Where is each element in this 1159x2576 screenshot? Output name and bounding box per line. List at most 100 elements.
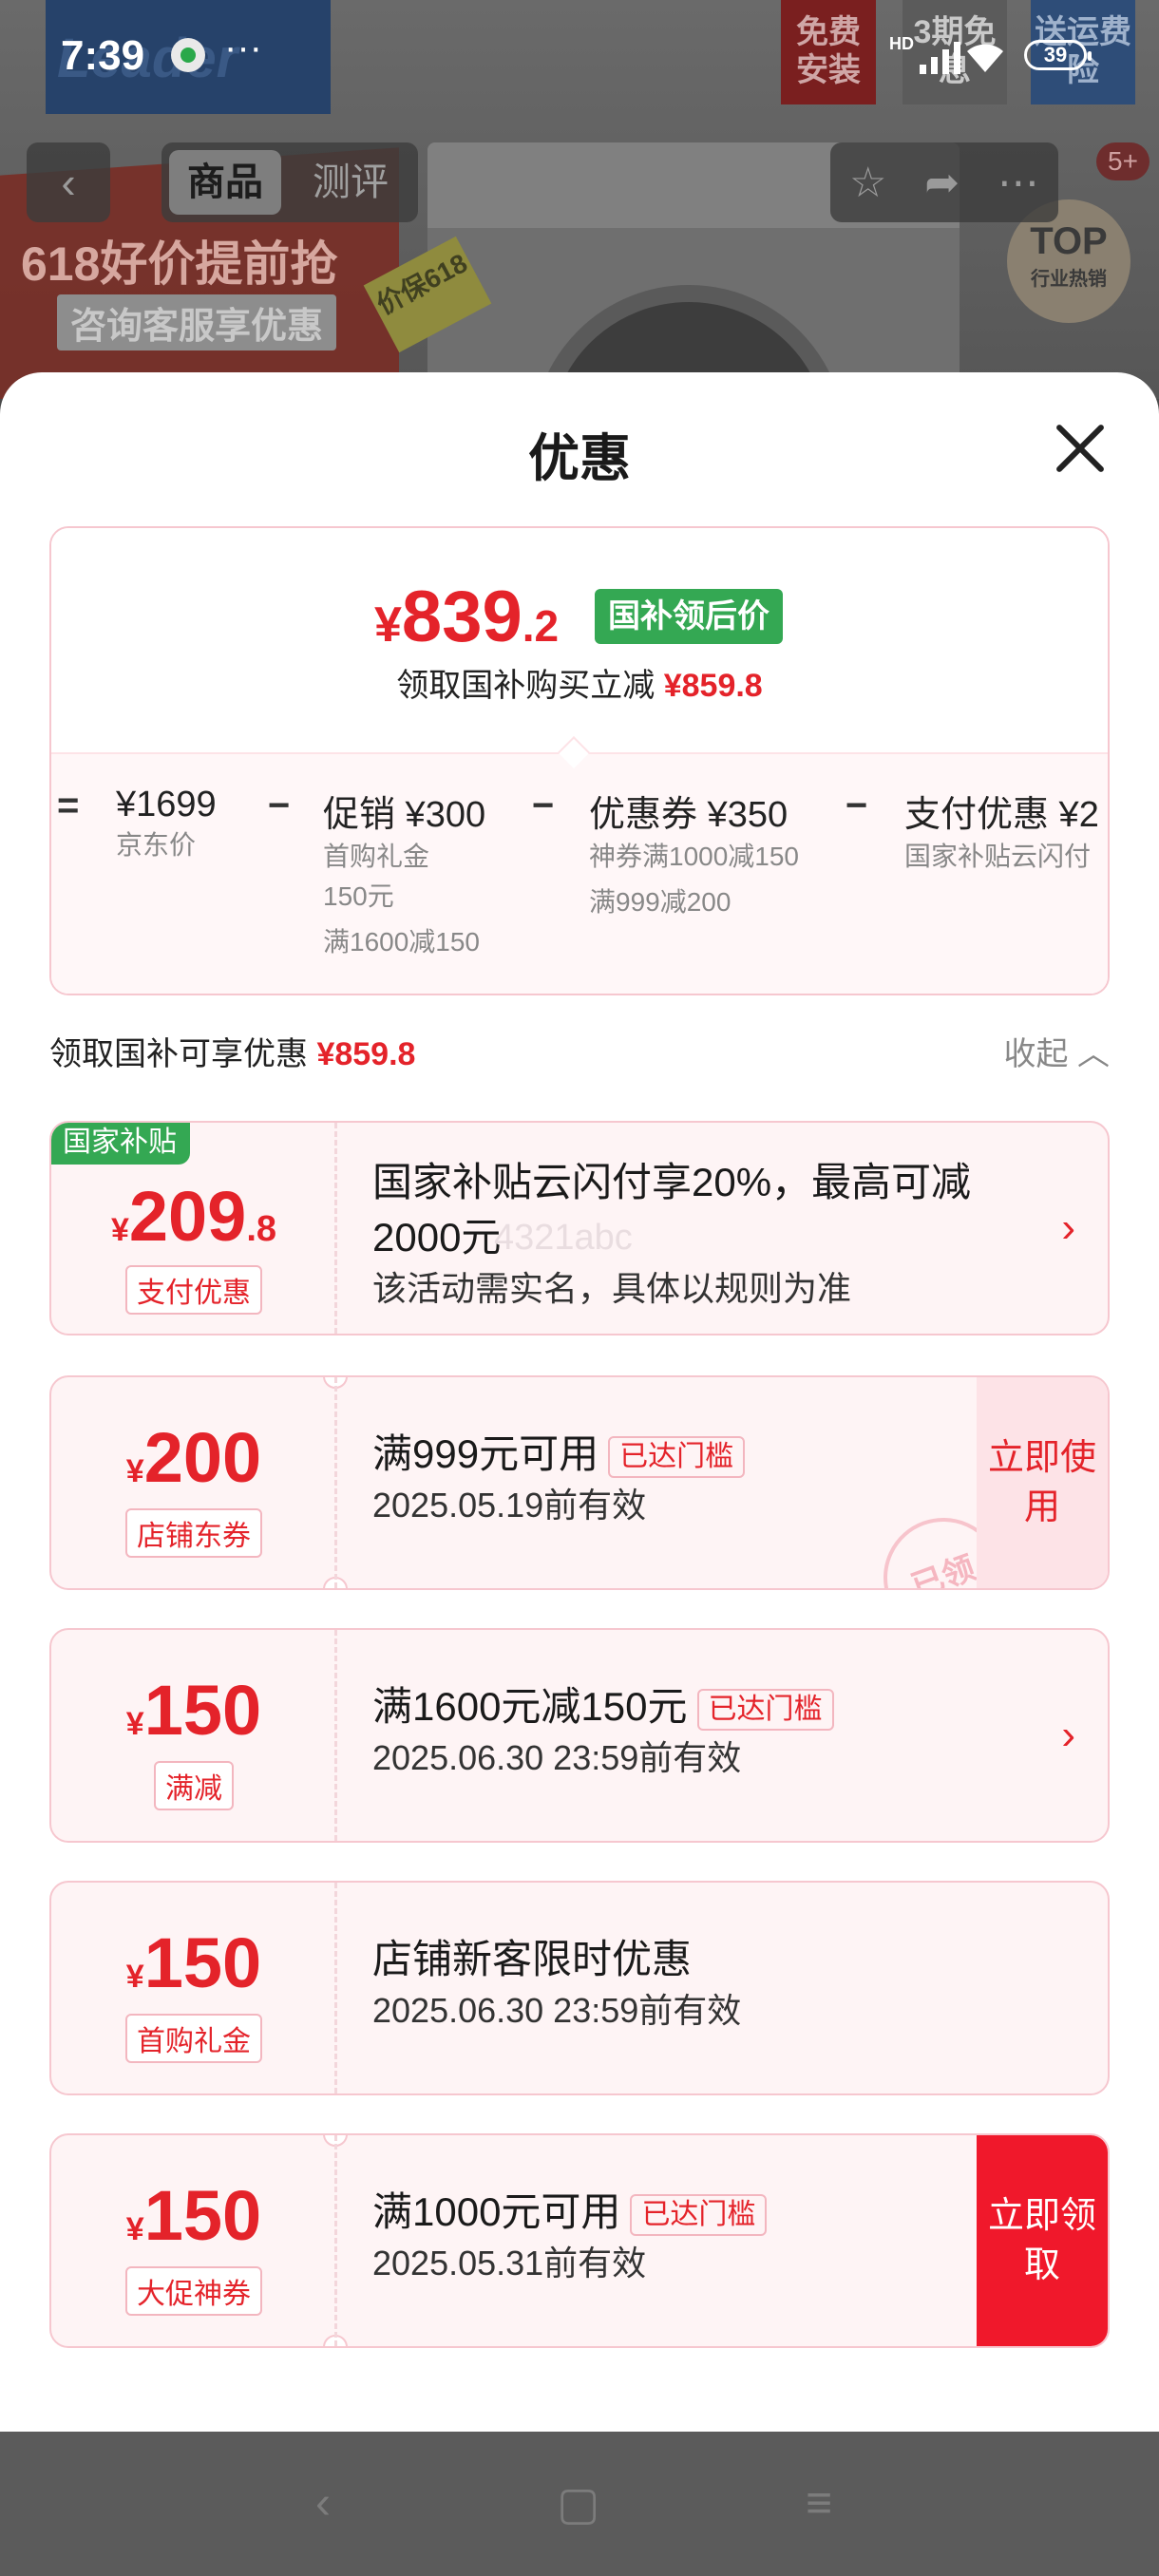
minus-sign: − — [846, 785, 868, 826]
status-bar: 7:39 ··· HD 39 — [0, 0, 1159, 114]
chevron-up-icon: ︿ — [1077, 1036, 1110, 1072]
coupon-divider — [334, 1123, 337, 1334]
breakdown-item: 支付优惠 ¥2 国家补贴云闪付 — [904, 785, 1099, 877]
nav-tabs: 商品 测评 — [162, 142, 418, 222]
watermark: 4321abc — [494, 1218, 633, 1258]
gov-line-amount: ¥859.8 — [663, 668, 763, 704]
coupon-amount-block: ¥150 大促神券 — [51, 2135, 336, 2346]
breakdown-sub: 京东价 — [116, 830, 197, 860]
use-now-button[interactable]: 立即使用 — [977, 1377, 1108, 1588]
tab-review[interactable]: 测评 — [294, 150, 407, 215]
more-icon[interactable]: ⋯ — [998, 159, 1039, 207]
wifi-icon — [967, 44, 1003, 72]
final-price-currency: ¥ — [374, 597, 402, 653]
coupon-amount: ¥150 — [51, 1670, 336, 1751]
coupon-type-text: 首购礼金 — [125, 2014, 262, 2063]
coupon-amount-int: 150 — [143, 1923, 262, 2002]
threshold-met-badge: 已达门槛 — [630, 2193, 768, 2236]
coupon-currency: ¥ — [125, 1453, 144, 1489]
coupon-amount: ¥209.8 — [51, 1176, 336, 1257]
coupon-expiry: 2025.06.30 23:59前有效 — [372, 1738, 742, 1777]
coupon-title-row: 满1000元可用 已达门槛 — [372, 2185, 980, 2240]
gov-subsidy-line: 领取国补购买立减 ¥859.8 — [51, 659, 1108, 706]
breakdown-sub: 150元 — [323, 881, 394, 911]
breakdown-item: ¥1699 京东价 — [116, 785, 217, 865]
coupon-card[interactable]: ¥150 满减 满1600元减150元 已达门槛 2025.06.30 23:59… — [49, 1628, 1110, 1843]
discount-sheet: 优惠 ¥839.2 国补领后价 领取国补购买立减 ¥859.8 = ¥1699 … — [0, 372, 1159, 2432]
coupon-subtitle: 该活动需实名，具体以规则为准 — [372, 1269, 852, 1308]
breakdown-sub: 满999减200 — [589, 887, 732, 917]
back-button[interactable]: ‹ — [27, 142, 110, 222]
coupon-title: 满1000元可用 — [372, 2189, 621, 2234]
section-header: 领取国补可享优惠 ¥859.8 收起 ︿ — [49, 1028, 1110, 1075]
section-label: 领取国补可享优惠 ¥859.8 — [49, 1028, 415, 1074]
collapse-button[interactable]: 收起 ︿ — [1004, 1028, 1110, 1074]
coupon-body: 满1600元减150元 已达门槛 2025.06.30 23:59前有效 — [372, 1679, 980, 1841]
section-amount: ¥859.8 — [316, 1036, 416, 1072]
coupon-card[interactable]: ¥150 首购礼金 店铺新客限时优惠 2025.06.30 23:59前有效 — [49, 1881, 1110, 2095]
breakdown-main: ¥1699 — [116, 785, 217, 824]
signal-icon — [920, 40, 960, 74]
coupon-divider — [334, 1883, 337, 2093]
coupon-body: 满1000元可用 已达门槛 2025.05.31前有效 — [372, 2185, 980, 2346]
chevron-right-icon[interactable]: › — [1061, 1204, 1075, 1252]
gov-line-label: 领取国补购买立减 — [396, 668, 656, 704]
coupon-card[interactable]: ¥200 店铺东券 满999元可用 已达门槛 2025.05.19前有效 已领 立… — [49, 1375, 1110, 1590]
close-icon[interactable] — [1045, 412, 1117, 484]
coupon-amount: ¥150 — [51, 2175, 336, 2256]
coupon-type-text: 店铺东券 — [125, 1508, 262, 1558]
system-home-icon[interactable]: ▢ — [557, 2477, 599, 2530]
promo-line1: 618好价提前抢 — [21, 237, 338, 291]
coupon-card[interactable]: ¥150 大促神券 满1000元可用 已达门槛 2025.05.31前有效 立即领… — [49, 2133, 1110, 2348]
coupon-currency: ¥ — [125, 1706, 144, 1742]
hd-indicator: HD — [889, 34, 914, 53]
collapse-label: 收起 — [1003, 1036, 1069, 1072]
sheet-title: 优惠 — [528, 430, 631, 487]
coupon-expiry: 2025.06.30 23:59前有效 — [372, 1991, 742, 2030]
coupon-currency: ¥ — [125, 2211, 144, 2247]
coupon-amount: ¥200 — [51, 1417, 336, 1498]
coupon-amount-int: 209 — [128, 1177, 247, 1256]
coupon-type-text: 支付优惠 — [125, 1265, 262, 1315]
coupon-title-row: 满999元可用 已达门槛 — [372, 1427, 980, 1482]
promo-line2: 咨询客服享优惠 — [57, 294, 337, 350]
coupon-type-text: 满减 — [154, 1761, 234, 1810]
system-back-icon[interactable]: ‹ — [315, 2477, 331, 2529]
notification-badge: 5+ — [1096, 142, 1150, 180]
product-nav: ‹ 商品 测评 ☆ ➦ ⋯ 5+ — [0, 142, 1159, 228]
coupon-title: 国家补贴云闪付享20%，最高可减2000元 — [372, 1160, 972, 1260]
more-notifications-icon: ··· — [224, 27, 262, 68]
coupon-amount: ¥150 — [51, 1923, 336, 2003]
coupon-type-tag: 店铺东券 — [51, 1508, 336, 1558]
chevron-right-icon[interactable]: › — [1061, 1712, 1075, 1759]
final-price: ¥839.2 — [374, 576, 559, 658]
gov-subsidy-price-tag: 国补领后价 — [595, 589, 783, 644]
coupon-type-tag: 满减 — [51, 1761, 336, 1810]
threshold-met-badge: 已达门槛 — [608, 1435, 746, 1478]
chat-notification-icon — [171, 38, 205, 72]
coupon-type-tag: 首购礼金 — [51, 2014, 336, 2063]
status-time: 7:39 — [61, 32, 145, 79]
share-icon[interactable]: ➦ — [924, 159, 960, 207]
breakdown-item: 优惠券 ¥350 神券满1000减150 满999减200 — [589, 785, 799, 922]
minus-sign: − — [532, 785, 555, 826]
coupon-currency: ¥ — [110, 1212, 129, 1248]
tab-product[interactable]: 商品 — [169, 150, 281, 215]
final-price-int: 839 — [401, 577, 522, 657]
coupon-body: 店铺新客限时优惠 2025.06.30 23:59前有效 — [372, 1932, 980, 2093]
coupon-title-row: 满1600元减150元 已达门槛 — [372, 1679, 980, 1734]
coupon-amount-int: 150 — [143, 2176, 262, 2255]
minus-sign: − — [268, 785, 291, 826]
coupon-divider — [334, 1377, 337, 1588]
star-icon[interactable]: ☆ — [849, 159, 886, 207]
section-label-text: 领取国补可享优惠 — [49, 1036, 308, 1072]
coupon-amount-dec: .8 — [246, 1209, 277, 1249]
coupon-amount-int: 200 — [143, 1418, 262, 1497]
coupon-divider — [334, 2135, 337, 2346]
breakdown-main: 优惠券 ¥350 — [589, 795, 788, 835]
coupon-amount-block: ¥150 满减 — [51, 1630, 336, 1841]
claim-now-button[interactable]: 立即领取 — [977, 2135, 1108, 2346]
breakdown-main: 支付优惠 ¥2 — [904, 795, 1099, 835]
coupon-currency: ¥ — [125, 1959, 144, 1995]
system-menu-icon[interactable]: ≡ — [806, 2477, 832, 2529]
